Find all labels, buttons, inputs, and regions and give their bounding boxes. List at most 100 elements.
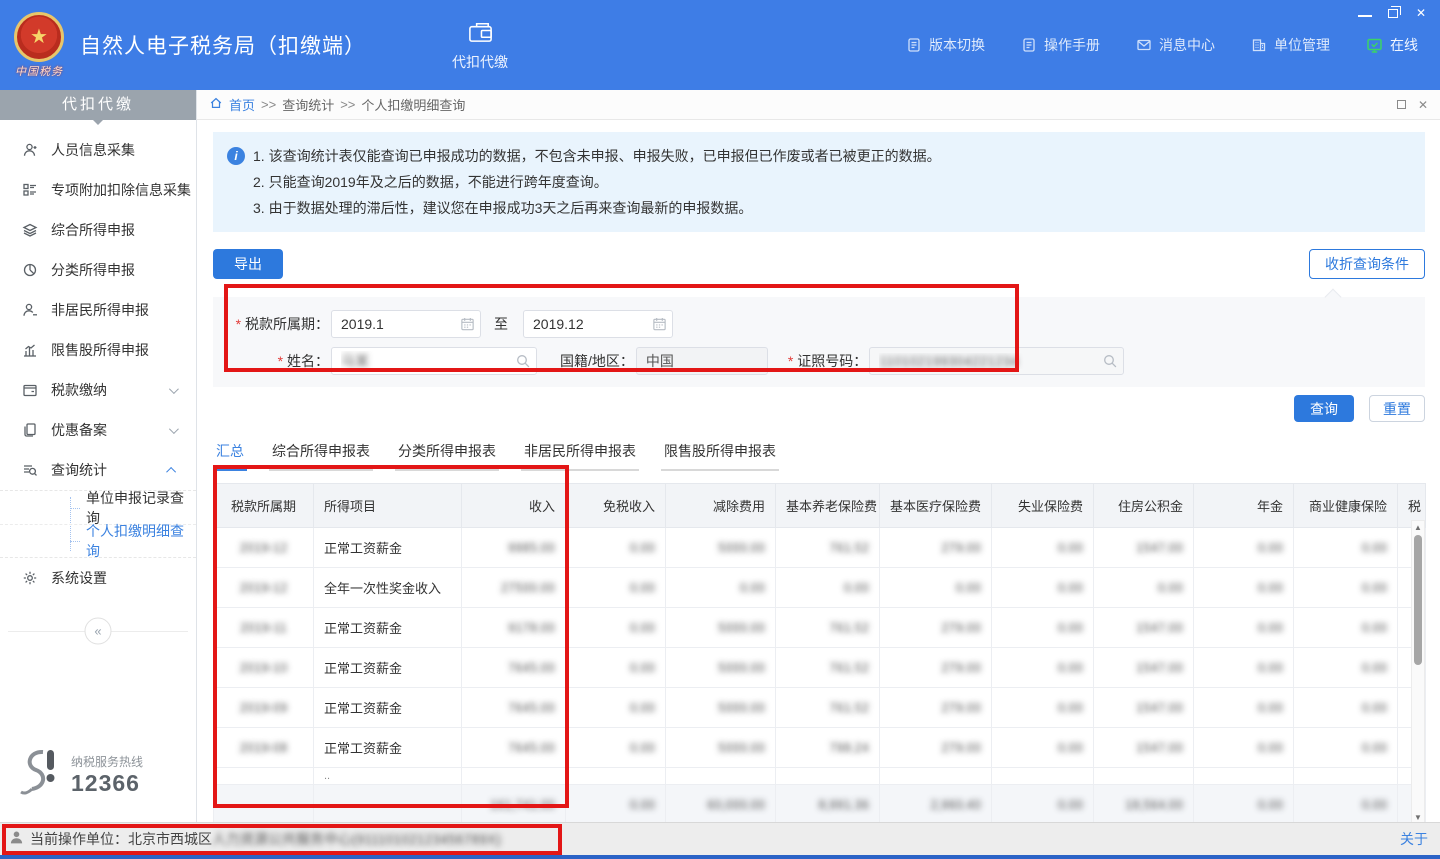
about-link[interactable]: 关于	[1400, 829, 1428, 849]
table-cell: 正常工资薪金	[314, 648, 462, 688]
table-cell: 0.00	[1194, 728, 1294, 768]
table-cell: 279.00	[880, 648, 992, 688]
table-cell: 279.00	[880, 728, 992, 768]
table-cell: 5000.00	[666, 728, 776, 768]
sidebar-item[interactable]: 优惠备案	[0, 410, 196, 450]
panel-close-icon[interactable]: ✕	[1418, 98, 1428, 112]
report-tab[interactable]: 综合所得申报表	[269, 441, 373, 471]
doc-icon	[1021, 37, 1037, 53]
report-tab[interactable]: 限售股所得申报表	[661, 441, 779, 471]
form-list-icon	[22, 182, 38, 198]
main-panel: 首页 >> 查询统计 >> 个人扣缴明细查询 ✕ i 1. 该查询统计表仅能查询…	[197, 90, 1440, 822]
table-cell	[992, 768, 1094, 785]
report-tab[interactable]: 非居民所得申报表	[521, 441, 639, 471]
sidebar-item[interactable]: 系统设置	[0, 558, 196, 598]
table-row[interactable]: 2019-10正常工资薪金7645.000.005000.00761.52279…	[214, 648, 1426, 688]
result-table-wrap: 税款所属期所得项目收入免税收入减除费用基本养老保险费基本医疗保险费失业保险费住房…	[213, 483, 1425, 822]
search-icon[interactable]	[1102, 353, 1118, 369]
calendar-icon[interactable]	[460, 317, 475, 332]
report-tab[interactable]: 分类所得申报表	[395, 441, 499, 471]
vertical-scroll-thumb[interactable]	[1414, 535, 1422, 665]
table-cell: 5000.00	[666, 528, 776, 568]
id-number-input[interactable]	[869, 347, 1124, 375]
column-header: 商业健康保险	[1294, 484, 1398, 528]
breadcrumb-home[interactable]: 首页	[229, 95, 255, 114]
table-cell: 7645.00	[462, 648, 566, 688]
table-row[interactable]: 2019-12全年一次性奖金收入27500.000.000.000.000.00…	[214, 568, 1426, 608]
sidebar-subitem[interactable]: 单位申报记录查询	[0, 491, 196, 524]
table-cell: 0.00	[1194, 785, 1294, 823]
collapse-query-button[interactable]: 收折查询条件	[1309, 249, 1425, 279]
hotline-number: 12366	[71, 770, 143, 797]
minimize-button[interactable]	[1358, 10, 1372, 17]
table-cell: 798.24	[776, 728, 880, 768]
query-button[interactable]: 查询	[1294, 395, 1354, 422]
sidebar-item[interactable]: 税款缴纳	[0, 370, 196, 410]
sidebar-item[interactable]: 分类所得申报	[0, 250, 196, 290]
table-cell: 0.00	[666, 568, 776, 608]
current-unit-prefix: 当前操作单位：	[30, 829, 128, 849]
sidebar-item-label: 非居民所得申报	[51, 300, 149, 320]
scroll-up-arrow[interactable]: ▲	[1412, 521, 1424, 534]
sidebar-item[interactable]: 专项附加扣除信息采集	[0, 170, 196, 210]
table-cell: 761.52	[776, 608, 880, 648]
report-tab[interactable]: 汇总	[213, 441, 247, 471]
sidebar-item[interactable]: 综合所得申报	[0, 210, 196, 250]
table-cell: 2019-12	[214, 528, 314, 568]
id-label: 证照号码：	[788, 351, 867, 371]
result-table: 税款所属期所得项目收入免税收入减除费用基本养老保险费基本医疗保险费失业保险费住房…	[213, 483, 1426, 822]
tab-withholding-module[interactable]: 代扣代缴	[452, 18, 508, 72]
sidebar-item[interactable]: 限售股所得申报	[0, 330, 196, 370]
table-row[interactable]: 2019-08正常工资薪金7645.000.005000.00798.24279…	[214, 728, 1426, 768]
reset-button[interactable]: 重置	[1369, 395, 1425, 422]
info-icon: i	[227, 147, 245, 165]
sidebar-item-label: 专项附加扣除信息采集	[51, 180, 191, 200]
sidebar-subitem[interactable]: 个人扣缴明细查询	[0, 524, 196, 557]
national-emblem-icon: ★	[14, 12, 64, 62]
header-menu-item[interactable]: 版本切换	[906, 35, 985, 55]
scroll-down-arrow[interactable]: ▼	[1412, 811, 1424, 822]
header-menu-item[interactable]: 操作手册	[1021, 35, 1100, 55]
table-cell: 1547.00	[1094, 608, 1194, 648]
sidebar-collapse-button[interactable]: «	[85, 618, 112, 645]
column-header: 所得项目	[314, 484, 462, 528]
table-cell: 0.00	[992, 728, 1094, 768]
status-bar: 当前操作单位：北京市西城区人力资源公共服务中心(9111010212345678…	[0, 822, 1440, 859]
table-cell: 正常工资薪金	[314, 728, 462, 768]
table-cell: 1547.00	[1094, 528, 1194, 568]
name-input[interactable]	[331, 347, 537, 375]
table-cell: 761.52	[776, 648, 880, 688]
table-cell: 正常工资薪金	[314, 528, 462, 568]
sidebar-item[interactable]: 非居民所得申报	[0, 290, 196, 330]
panel-maximize-icon[interactable]	[1397, 100, 1406, 109]
sidebar-item[interactable]: 人员信息采集	[0, 130, 196, 170]
table-cell: 0.00	[566, 528, 666, 568]
sidebar-item[interactable]: 查询统计	[0, 450, 196, 490]
table-cell	[1094, 768, 1194, 785]
restore-button[interactable]	[1388, 9, 1398, 18]
table-cell: --	[214, 785, 314, 823]
period-to-input[interactable]	[523, 310, 673, 338]
table-row[interactable]: 2019-12正常工资薪金9985.000.005000.00761.52279…	[214, 528, 1426, 568]
header-menu-label: 版本切换	[929, 35, 985, 55]
current-unit-redacted: 人力资源公共服务中心(91110102123456789X)	[212, 829, 501, 849]
export-button[interactable]: 导出	[213, 249, 283, 279]
close-button[interactable]: ✕	[1414, 7, 1428, 19]
calendar-icon[interactable]	[652, 317, 667, 332]
table-row[interactable]: 2019-11正常工资薪金9178.000.005000.00761.52279…	[214, 608, 1426, 648]
period-from-input[interactable]	[331, 310, 481, 338]
gear-icon	[22, 570, 38, 586]
table-cell	[880, 768, 992, 785]
table-cell: 7645.00	[462, 688, 566, 728]
table-cell: 0.00	[992, 608, 1094, 648]
header-menu-item[interactable]: 消息中心	[1136, 35, 1215, 55]
chevron-up-icon	[166, 466, 176, 476]
table-cell: 0.00	[992, 688, 1094, 728]
table-cell: 0.00	[992, 648, 1094, 688]
search-icon[interactable]	[515, 353, 531, 369]
vertical-scrollbar[interactable]: ▲ ▼	[1411, 520, 1425, 822]
header-menu-item[interactable]: 单位管理	[1251, 35, 1330, 55]
table-row[interactable]: 2019-09正常工资薪金7645.000.005000.00761.52279…	[214, 688, 1426, 728]
table-cell: ..	[314, 768, 462, 785]
header-menu-item[interactable]: 在线	[1366, 35, 1418, 55]
